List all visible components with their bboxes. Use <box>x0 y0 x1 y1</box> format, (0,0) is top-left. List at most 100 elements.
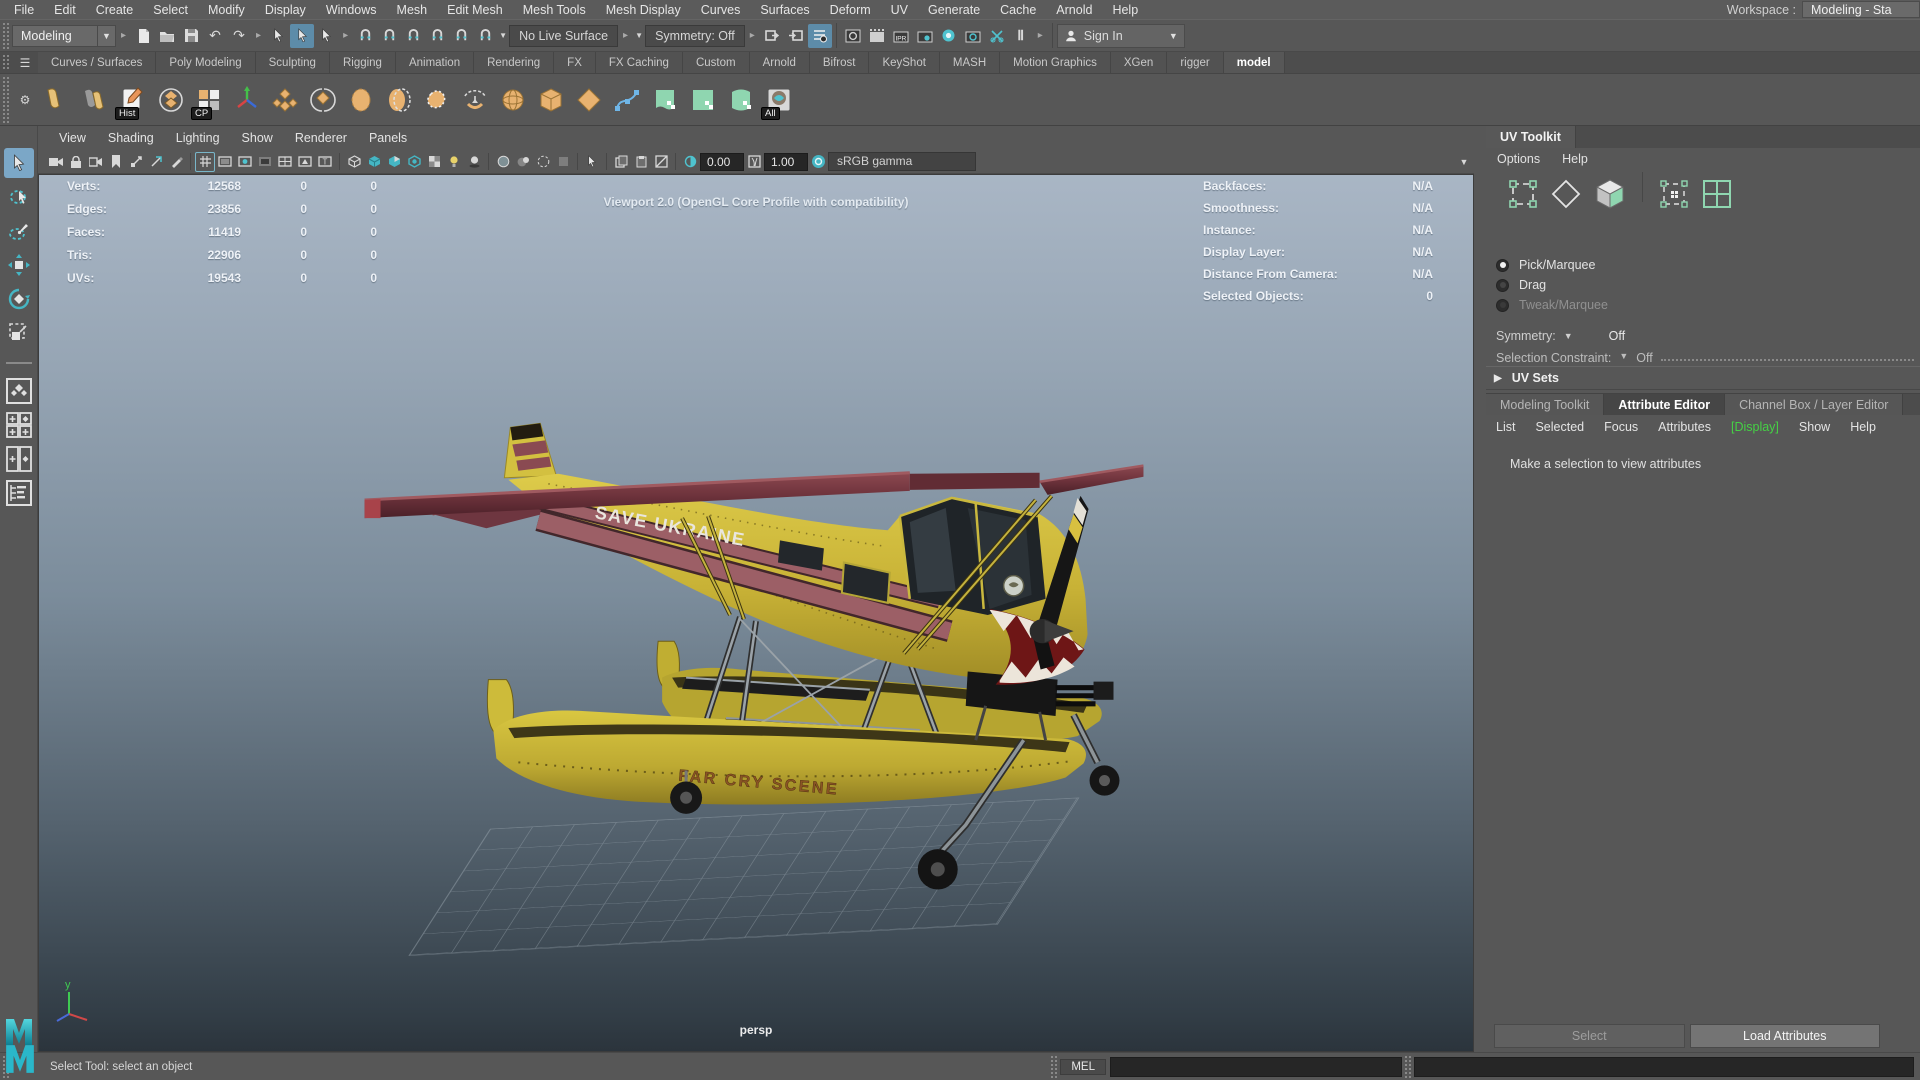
uv-snapshot-square-icon[interactable] <box>684 80 722 120</box>
menu-windows[interactable]: Windows <box>316 3 387 17</box>
new-scene-icon[interactable] <box>131 24 155 48</box>
2d-pan-zoom-icon[interactable] <box>146 152 166 172</box>
tab-uv-toolkit[interactable]: UV Toolkit <box>1486 126 1576 148</box>
construction-history-icon[interactable] <box>807 23 832 48</box>
ae-menu-help[interactable]: Help <box>1840 420 1886 434</box>
menu-set-dropdown-icon[interactable]: ▼ <box>98 24 116 47</box>
uv-constraint-dropdown-icon[interactable]: ▼ <box>1619 351 1628 361</box>
snap-to-point-icon[interactable] <box>401 24 425 48</box>
select-camera-icon[interactable] <box>46 152 66 172</box>
uv-select-shell-icon[interactable] <box>418 80 456 120</box>
snap-to-curve-icon[interactable] <box>377 24 401 48</box>
xray-active-icon[interactable] <box>533 152 553 172</box>
lock-camera-icon[interactable] <box>66 152 86 172</box>
grease-pencil-icon[interactable] <box>166 152 186 172</box>
snap-options-dropdown-icon[interactable]: ▼ <box>497 24 509 48</box>
menu-arnold[interactable]: Arnold <box>1046 3 1102 17</box>
axis-locator-icon[interactable] <box>228 80 266 120</box>
exposure-field[interactable]: 0.00 <box>700 152 744 171</box>
uv-symmetry-value[interactable]: Off <box>1609 329 1625 343</box>
uv-stack-shells-icon[interactable] <box>152 80 190 120</box>
undo-icon[interactable]: ↶ <box>203 24 227 48</box>
uv-marquee-select-icon[interactable] <box>1508 179 1538 212</box>
grid-toggle-icon[interactable] <box>195 151 215 172</box>
vp-menu-renderer[interactable]: Renderer <box>284 131 358 145</box>
shelf-tab-fx[interactable]: FX <box>554 52 596 73</box>
field-chart-icon[interactable] <box>275 152 295 172</box>
menu-help[interactable]: Help <box>1102 3 1148 17</box>
uv-sets-section-header[interactable]: ▶ UV Sets <box>1486 366 1920 390</box>
menu-mesh[interactable]: Mesh <box>387 3 438 17</box>
collapse-triangle-icon[interactable]: ▶ <box>1494 373 1502 384</box>
shelf-tab-fx-caching[interactable]: FX Caching <box>595 52 683 73</box>
toolbar-grip[interactable] <box>2 22 10 49</box>
uv-cut-shell-icon[interactable] <box>380 80 418 120</box>
section-collapse-arrow[interactable]: ▸ <box>338 30 353 41</box>
menu-create[interactable]: Create <box>86 3 144 17</box>
uv-texel-select-icon[interactable] <box>1659 179 1689 212</box>
xray-joints-icon[interactable] <box>513 152 533 172</box>
live-surface-field[interactable]: No Live Surface <box>509 24 619 47</box>
shadows-icon[interactable] <box>464 152 484 172</box>
textured-mode-icon[interactable] <box>384 152 404 172</box>
backface-culling-icon[interactable] <box>651 152 671 172</box>
shelf-tab-custom[interactable]: Custom <box>682 52 750 73</box>
uv-diamond-select-icon[interactable] <box>1550 178 1582 213</box>
uv-snapshot-all-icon[interactable]: All <box>760 80 798 120</box>
layout-outliner-icon[interactable] <box>4 478 34 508</box>
menu-select[interactable]: Select <box>143 3 198 17</box>
mel-mode-toggle[interactable]: MEL <box>1060 1058 1106 1075</box>
gamma-icon[interactable] <box>744 152 764 172</box>
image-plane-icon[interactable] <box>126 152 146 172</box>
colorspace-dropdown-icon[interactable]: ▼ <box>1454 152 1474 172</box>
uv-flip-icon[interactable] <box>304 80 342 120</box>
uv-cube-projection-icon[interactable] <box>532 80 570 120</box>
radio-pick-marquee[interactable]: Pick/Marquee <box>1486 255 1920 275</box>
menu-cache[interactable]: Cache <box>990 3 1046 17</box>
sign-in-dropdown-icon[interactable]: ▼ <box>1169 31 1178 41</box>
ae-menu-selected[interactable]: Selected <box>1525 420 1594 434</box>
shelf-tab-keyshot[interactable]: KeyShot <box>869 52 940 73</box>
uv-snapshot-shell-icon[interactable] <box>646 80 684 120</box>
select-component-mode-icon[interactable] <box>314 24 338 48</box>
center-pivot-icon[interactable]: CP <box>190 80 228 120</box>
uv-shell-stack-icon[interactable] <box>76 80 114 120</box>
menu-set-selector[interactable]: Modeling ▼ <box>12 24 116 47</box>
exploded-view-icon[interactable] <box>553 152 573 172</box>
ae-menu-focus[interactable]: Focus <box>1594 420 1648 434</box>
render-settings-icon[interactable] <box>913 24 937 48</box>
move-tool-icon[interactable] <box>4 250 34 280</box>
result-line-grip[interactable] <box>1404 1055 1412 1078</box>
tab-attribute-editor[interactable]: Attribute Editor <box>1604 394 1726 415</box>
safe-title-icon[interactable]: T <box>315 152 335 172</box>
paint-select-tool-icon[interactable] <box>4 216 34 246</box>
uv-unfold-shell-icon[interactable] <box>342 80 380 120</box>
output-connections-icon[interactable] <box>784 24 808 48</box>
uv-snapshot-shell2-icon[interactable] <box>722 80 760 120</box>
section-collapse-arrow[interactable]: ▸ <box>116 30 131 41</box>
pause-viewport-icon[interactable]: Ⅱ <box>1009 24 1033 48</box>
radio-drag[interactable]: Drag <box>1486 275 1920 295</box>
resolution-gate-icon[interactable] <box>235 152 255 172</box>
menu-file[interactable]: File <box>0 3 44 17</box>
ipr-render-icon[interactable]: IPR <box>889 24 913 48</box>
shelf-grip[interactable] <box>2 54 10 71</box>
shelf-tab-curves-surfaces[interactable]: Curves / Surfaces <box>38 52 157 73</box>
render-sequence-icon[interactable] <box>865 24 889 48</box>
exposure-icon[interactable] <box>680 152 700 172</box>
uv-shell-tool-icon[interactable] <box>38 80 76 120</box>
load-attributes-button[interactable]: Load Attributes <box>1689 1024 1880 1048</box>
uv-selection-constraint-row[interactable]: Selection Constraint: ▼ Off <box>1486 351 1920 364</box>
shelf-tab-animation[interactable]: Animation <box>395 52 475 73</box>
shaded-mode-icon[interactable] <box>364 152 384 172</box>
wireframe-mode-icon[interactable] <box>344 152 364 172</box>
menu-deform[interactable]: Deform <box>820 3 881 17</box>
cut-tool-icon[interactable] <box>985 24 1009 48</box>
menu-edit-mesh[interactable]: Edit Mesh <box>437 3 513 17</box>
input-connections-icon[interactable] <box>760 24 784 48</box>
select-button[interactable]: Select <box>1494 1024 1685 1048</box>
isolate-select-icon[interactable] <box>582 152 602 172</box>
gamma-field[interactable]: 1.00 <box>764 152 808 171</box>
camera-attributes-icon[interactable] <box>86 152 106 172</box>
menu-display[interactable]: Display <box>255 3 316 17</box>
